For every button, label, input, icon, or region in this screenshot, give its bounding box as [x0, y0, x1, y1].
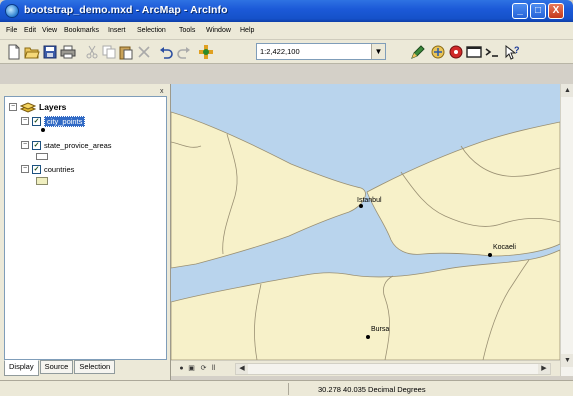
undo-icon[interactable]: [158, 44, 174, 60]
city-point-kocaeli[interactable]: [488, 253, 492, 257]
scroll-left-icon[interactable]: ◀: [236, 364, 248, 374]
open-folder-icon[interactable]: [24, 44, 40, 60]
collapse-icon[interactable]: −: [21, 141, 29, 149]
close-icon[interactable]: x: [160, 88, 164, 95]
pause-icon[interactable]: ll: [209, 364, 218, 373]
status-separator: [288, 383, 289, 395]
tab-source[interactable]: Source: [39, 360, 74, 374]
layer-label-city-points[interactable]: city_points: [44, 115, 86, 127]
layer-row-state-provice-areas[interactable]: − ✓ state_provice_areas: [21, 139, 112, 151]
toc-tree: − Layers − ✓ city_points − ✓ state_provi…: [4, 96, 167, 360]
scroll-down-icon[interactable]: ▼: [561, 354, 573, 367]
menu-view[interactable]: View: [42, 27, 57, 34]
map-vertical-scrollbar[interactable]: ▲ ▼: [560, 84, 573, 376]
copy-icon[interactable]: [101, 44, 117, 60]
layer-row-city-points[interactable]: − ✓ city_points: [21, 115, 86, 127]
svg-text:?: ?: [514, 45, 520, 55]
arccatalog-icon[interactable]: [430, 44, 446, 60]
layer-visibility-checkbox[interactable]: ✓: [32, 116, 41, 126]
new-document-icon[interactable]: [6, 44, 22, 60]
arcmap-app-icon[interactable]: [5, 4, 19, 18]
menu-bar: File Edit View Bookmarks Insert Selectio…: [0, 22, 573, 40]
menu-insert[interactable]: Insert: [108, 27, 126, 34]
maximize-button[interactable]: □: [530, 3, 546, 19]
city-label-kocaeli: Kocaeli: [493, 244, 516, 251]
menu-help[interactable]: Help: [240, 27, 254, 34]
delete-icon[interactable]: [136, 44, 152, 60]
paste-icon[interactable]: [118, 44, 134, 60]
python-icon[interactable]: [484, 44, 500, 60]
chevron-down-icon[interactable]: ▼: [371, 44, 385, 59]
city-point-bursa[interactable]: [366, 335, 370, 339]
tab-selection[interactable]: Selection: [74, 360, 116, 374]
whats-this-icon[interactable]: ?: [504, 44, 520, 60]
scroll-right-icon[interactable]: ▶: [538, 364, 550, 374]
map-view[interactable]: Istanbul Kocaeli Bursa: [171, 84, 560, 360]
cursor-coordinates: 30.278 40.035 Decimal Degrees: [318, 385, 426, 394]
city-label-bursa: Bursa: [371, 326, 389, 333]
layer-visibility-checkbox[interactable]: ✓: [32, 164, 41, 174]
editor-icon[interactable]: [410, 44, 426, 60]
layer-label-countries[interactable]: countries: [44, 165, 74, 174]
tree-node-layers[interactable]: − Layers: [9, 101, 66, 113]
map-horizontal-scrollbar[interactable]: ◀ ▶: [235, 363, 551, 375]
city-label-istanbul: Istanbul: [357, 197, 382, 204]
toc-tab-strip: Display Source Selection: [4, 360, 116, 376]
menu-bookmarks[interactable]: Bookmarks: [64, 27, 99, 34]
menu-edit[interactable]: Edit: [24, 27, 36, 34]
polygon-symbol-icon[interactable]: [36, 177, 48, 185]
standard-toolbar: ▼ ?: [0, 40, 573, 64]
menu-selection[interactable]: Selection: [137, 27, 166, 34]
print-icon[interactable]: [60, 44, 76, 60]
map-canvas[interactable]: Istanbul Kocaeli Bursa: [171, 84, 560, 360]
map-bottom-bar: ● ▣ ⟳ ll ◀ ▶: [171, 360, 560, 376]
city-point-istanbul[interactable]: [359, 204, 363, 208]
layer-row-countries[interactable]: − ✓ countries: [21, 163, 74, 175]
scroll-up-icon[interactable]: ▲: [561, 84, 573, 97]
status-bar: 30.278 40.035 Decimal Degrees: [0, 380, 573, 396]
layer-visibility-checkbox[interactable]: ✓: [32, 140, 41, 150]
layers-root-label: Layers: [39, 102, 67, 112]
save-icon[interactable]: [42, 44, 58, 60]
map-scale-combobox[interactable]: ▼: [256, 43, 386, 60]
minimize-button[interactable]: _: [512, 3, 528, 19]
title-bar: bootstrap_demo.mxd - ArcMap - ArcInfo _ …: [0, 0, 573, 22]
polygon-symbol-icon[interactable]: [36, 153, 48, 160]
map-scale-input[interactable]: [257, 44, 369, 59]
collapse-icon[interactable]: −: [21, 117, 29, 125]
menu-window[interactable]: Window: [206, 27, 231, 34]
layer-label-state-provice-areas[interactable]: state_provice_areas: [44, 141, 112, 150]
collapse-icon[interactable]: −: [9, 103, 17, 111]
globe-icon[interactable]: ●: [177, 364, 186, 373]
refresh-icon[interactable]: ⟳: [199, 364, 208, 373]
cut-icon[interactable]: [84, 44, 100, 60]
arctoolbox-icon[interactable]: [448, 44, 464, 60]
menu-file[interactable]: File: [6, 27, 17, 34]
collapse-icon[interactable]: −: [21, 165, 29, 173]
add-data-icon[interactable]: [198, 44, 214, 60]
redo-icon[interactable]: [176, 44, 192, 60]
point-symbol-icon[interactable]: [41, 128, 45, 132]
tab-display[interactable]: Display: [4, 360, 39, 376]
close-button[interactable]: X: [548, 3, 564, 19]
layers-icon: [20, 102, 36, 113]
table-of-contents: x − Layers − ✓ city_points − ✓ state_pro…: [0, 84, 171, 380]
menu-tools[interactable]: Tools: [179, 27, 195, 34]
command-line-icon[interactable]: [466, 44, 482, 60]
window-title: bootstrap_demo.mxd - ArcMap - ArcInfo: [24, 4, 228, 16]
layout-view-icon[interactable]: ▣: [187, 364, 196, 373]
